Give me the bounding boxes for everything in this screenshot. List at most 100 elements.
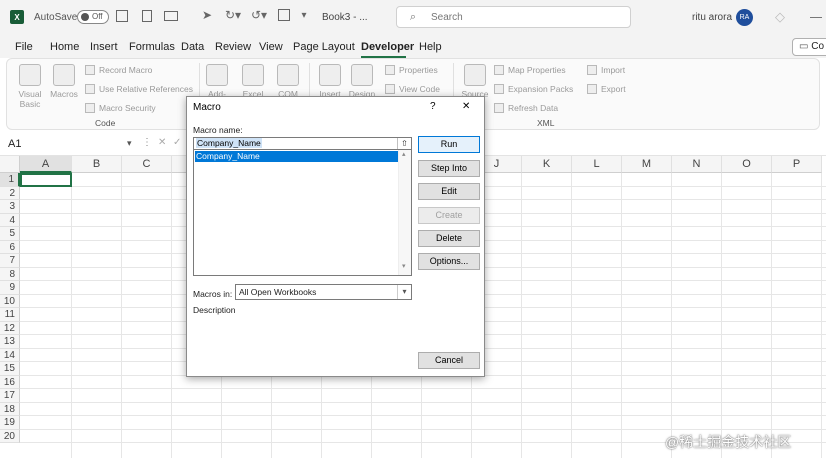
row-header-6[interactable]: 6 [0,240,20,254]
macros-button[interactable]: Macros [47,64,81,99]
row-header-16[interactable]: 16 [0,375,20,389]
minimize-icon[interactable] [810,17,822,18]
enter-entry-icon[interactable]: ✓ [173,137,181,148]
excel-addins-button[interactable]: Excel [237,64,269,99]
grid-row-line [20,401,826,403]
cancel-entry-icon[interactable]: ✕ [158,137,166,148]
autosave-state: Off [92,12,103,21]
step-into-button[interactable]: Step Into [418,160,480,177]
name-box[interactable]: A1 [8,138,118,150]
row-header-10[interactable]: 10 [0,294,20,308]
tab-data[interactable]: Data [181,41,204,53]
row-header-19[interactable]: 19 [0,416,20,430]
send-icon[interactable]: ➤ [200,8,214,22]
select-all-corner[interactable] [0,156,20,173]
column-header-c[interactable]: C [122,156,172,173]
row-header-17[interactable]: 17 [0,389,20,403]
use-relative-references-button[interactable]: Use Relative References [85,84,193,94]
scroll-down-icon[interactable]: ▾ [402,262,406,270]
column-header-o[interactable]: O [722,156,772,173]
row-header-14[interactable]: 14 [0,348,20,362]
expansion-packs-button[interactable]: Expansion Packs [494,84,573,94]
cancel-button[interactable]: Cancel [418,352,480,369]
borders-icon[interactable] [278,9,290,21]
export-button[interactable]: Export [587,84,626,94]
row-header-9[interactable]: 9 [0,281,20,295]
row-header-15[interactable]: 15 [0,362,20,376]
row-header-4[interactable]: 4 [0,213,20,227]
tab-file[interactable]: File [15,41,33,53]
macro-security-button[interactable]: Macro Security [85,103,156,113]
more-options-icon[interactable]: ⋮ [142,137,152,148]
tab-formulas[interactable]: Formulas [129,41,175,53]
row-header-1[interactable]: 1 [0,173,20,187]
visual-basic-button[interactable]: Visual Basic [11,64,49,109]
view-code-button[interactable]: View Code [385,84,440,94]
macro-dialog: Macro ? ✕ Macro name: Company_Name ⇧ Com… [186,96,485,377]
xml-source-button[interactable]: Source [459,64,491,99]
row-header-3[interactable]: 3 [0,200,20,214]
options-button[interactable]: Options... [418,253,480,270]
column-header-a[interactable]: A [20,156,72,173]
close-icon[interactable]: ✕ [462,101,470,112]
qat-more-icon[interactable]: ▾ [298,9,310,21]
record-macro-label: Record Macro [99,65,153,75]
help-icon[interactable]: ? [430,101,436,112]
column-header-b[interactable]: B [72,156,122,173]
row-header-11[interactable]: 11 [0,308,20,322]
active-cell-a1[interactable] [20,173,72,187]
edit-button[interactable]: Edit [418,183,480,200]
column-header-l[interactable]: L [572,156,622,173]
redo-icon[interactable]: ↻▾ [222,8,244,22]
row-header-7[interactable]: 7 [0,254,20,268]
row-header-13[interactable]: 13 [0,335,20,349]
column-header-m[interactable]: M [622,156,672,173]
refresh-data-button[interactable]: Refresh Data [494,103,558,113]
macro-list[interactable]: Company_Name ▴ ▾ [193,149,412,276]
import-button[interactable]: Import [587,65,625,75]
avatar[interactable]: RA [736,9,753,26]
tab-review[interactable]: Review [215,41,251,53]
tab-developer[interactable]: Developer [361,41,414,53]
list-item[interactable]: Company_Name [195,151,398,162]
tab-page-layout[interactable]: Page Layout [293,41,355,53]
row-header-12[interactable]: 12 [0,321,20,335]
diamond-icon[interactable]: ◇ [773,9,787,24]
row-header-8[interactable]: 8 [0,267,20,281]
list-scrollbar[interactable]: ▴ ▾ [398,150,411,275]
tab-view[interactable]: View [259,41,283,53]
com-addins-button[interactable]: COM [273,64,303,99]
comments-button[interactable]: ▭ Co [792,38,826,56]
row-header-5[interactable]: 5 [0,227,20,241]
name-box-dropdown-icon[interactable]: ▾ [127,138,132,149]
new-file-icon[interactable] [142,10,152,22]
tab-home[interactable]: Home [50,41,79,53]
run-button[interactable]: Run [418,136,480,153]
user-name: ritu arora [692,12,733,23]
autosave-toggle[interactable]: Off [77,10,109,24]
delete-button[interactable]: Delete [418,230,480,247]
open-folder-icon[interactable] [164,11,178,21]
column-header-p[interactable]: P [772,156,822,173]
tab-help[interactable]: Help [419,41,442,53]
map-properties-button[interactable]: Map Properties [494,65,566,75]
tab-insert[interactable]: Insert [90,41,118,53]
macro-name-ref-button[interactable]: ⇧ [397,138,411,149]
row-header-18[interactable]: 18 [0,402,20,416]
insert-control-button[interactable]: Insert [315,64,345,99]
record-macro-button[interactable]: Record Macro [85,65,152,75]
search-box[interactable]: ⌕ Search [396,6,631,28]
addins-button[interactable]: Add- [203,64,231,99]
scroll-up-icon[interactable]: ▴ [402,150,406,158]
map-properties-icon [494,65,504,75]
save-icon[interactable] [116,10,128,22]
column-header-k[interactable]: K [522,156,572,173]
create-button[interactable]: Create [418,207,480,224]
design-mode-button[interactable]: Design [345,64,379,99]
undo-icon[interactable]: ↺▾ [248,8,270,22]
row-header-2[interactable]: 2 [0,186,20,200]
row-header-20[interactable]: 20 [0,429,20,443]
column-header-n[interactable]: N [672,156,722,173]
properties-button[interactable]: Properties [385,65,438,75]
macros-in-select[interactable]: All Open Workbooks ▾ [235,284,412,300]
